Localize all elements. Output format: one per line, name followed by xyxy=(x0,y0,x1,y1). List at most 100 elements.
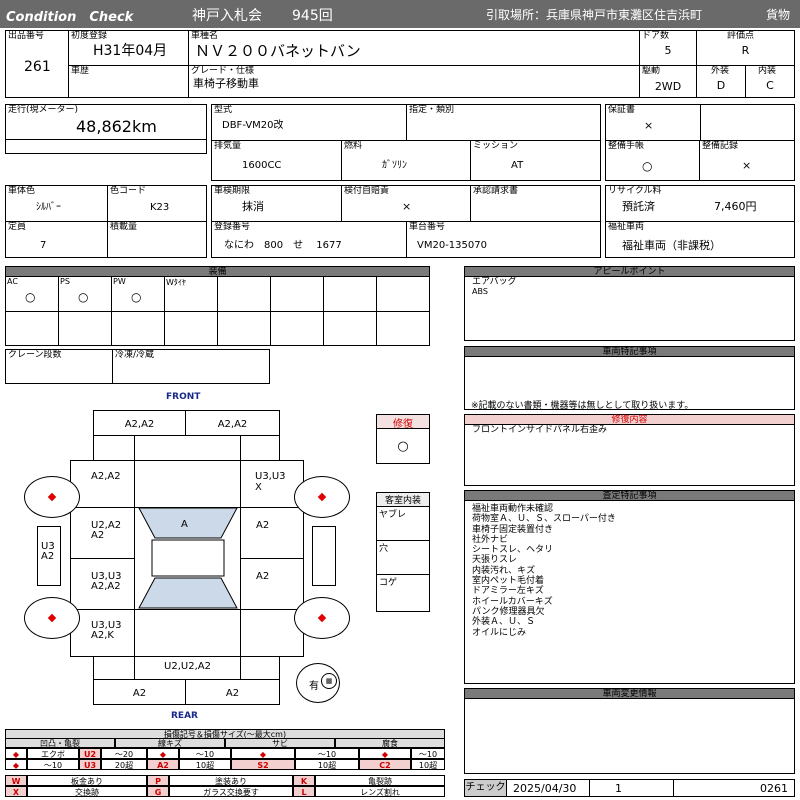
records-label: 整備記録 xyxy=(702,141,739,151)
equipment-column-divider xyxy=(270,276,271,346)
exterior-label: 外装 xyxy=(711,66,730,76)
fuel-label: 燃料 xyxy=(344,141,363,151)
manual-box: 整備手帳 ○ xyxy=(605,140,700,181)
rear-left-wheel[interactable] xyxy=(24,597,80,639)
drive-value: 2WD xyxy=(654,80,682,93)
color-code-label: 色コード xyxy=(110,186,147,196)
right-step-panel[interactable] xyxy=(312,526,336,586)
check-label: チェック xyxy=(465,780,507,796)
name-label: 車種名 xyxy=(191,31,219,41)
legend-cell: 10超 xyxy=(179,759,231,770)
mission-label: ミッション xyxy=(473,141,519,151)
welfare-label: 福祉車両 xyxy=(608,222,645,232)
left-fender-panel[interactable]: A2,A2 xyxy=(70,460,135,508)
legend-cell: ◆ xyxy=(147,748,179,759)
notes-box: 福祉車両動作未確認 荷物室Ａ、Ｕ、Ｓ、スローパー付き 車椅子固定装置付き 社外ナビ シー… xyxy=(464,500,795,684)
note-line: 荷物室Ａ、Ｕ、Ｓ、スローパー付き xyxy=(472,514,616,525)
check-divider-2 xyxy=(673,780,674,796)
exterior-box: 外装 D xyxy=(696,65,746,98)
insurance-label: 検付自賠責 xyxy=(344,186,390,196)
check-lot: 0261 xyxy=(760,782,788,795)
inspection-value: 抹消 xyxy=(242,200,264,213)
rear-left-light[interactable] xyxy=(93,656,135,680)
legend-code-cell: W xyxy=(5,775,27,786)
cowl-panel[interactable] xyxy=(134,460,241,508)
front-right-light[interactable] xyxy=(240,435,280,461)
reg-no-box: 登録番号 なにわ 800 せ 1677 xyxy=(211,221,407,258)
rear-bumper-panel[interactable]: U2,U2,A2 xyxy=(134,656,241,680)
legend-cell: 〜10 xyxy=(295,748,359,759)
rear-glass xyxy=(138,577,238,609)
windshield-code: A xyxy=(181,519,188,530)
right-front-door-panel[interactable]: A2 xyxy=(240,507,304,559)
mileage-divider xyxy=(6,139,206,140)
auction-session: 945回 xyxy=(292,8,333,24)
lot-label: 出品番号 xyxy=(8,31,45,41)
left-step-panel[interactable]: U3 A2 xyxy=(37,526,61,586)
rear-left-panel[interactable]: A2 xyxy=(93,679,186,705)
note-line: ドアミラー左キズ xyxy=(472,586,544,597)
equipment-column-divider xyxy=(164,276,165,346)
doors-label: ドア数 xyxy=(642,31,670,41)
grade-value: 車椅子移動車 xyxy=(193,77,259,90)
front-left-wheel[interactable] xyxy=(24,476,80,518)
repair-title: 修復 xyxy=(377,415,429,430)
equipment-item-value: ○ xyxy=(131,290,142,304)
front-right-wheel[interactable] xyxy=(294,476,350,518)
repair-box: 修復 ○ xyxy=(376,414,430,464)
color-box: 車体色 ｼﾙﾊﾞｰ xyxy=(5,185,108,222)
left-rear-door-panel[interactable]: U3,U3 A2,A2 xyxy=(70,558,135,610)
special-box: ※記載のない書類・機器等は無しとして取り扱います。 xyxy=(464,356,795,411)
appeal-line-1: エアバッグ xyxy=(472,277,517,287)
hood-panel[interactable] xyxy=(134,435,241,461)
right-front-door-code: A2 xyxy=(256,520,270,531)
legend-cell: U3 xyxy=(79,759,101,770)
cargo-floor[interactable] xyxy=(134,609,241,657)
crane-label: クレーン段数 xyxy=(8,350,62,360)
right-rear-door-code: A2 xyxy=(256,571,270,582)
score-box: 評価点 R xyxy=(696,30,795,66)
mileage-value: 48,862km xyxy=(76,117,157,136)
rear-right-wheel[interactable] xyxy=(294,597,350,639)
note-line: 室内ペット毛付着 xyxy=(472,576,545,587)
rear-right-panel[interactable]: A2 xyxy=(185,679,280,705)
equipment-column-divider xyxy=(376,276,377,346)
inspection-box: 車検期限 抹消 xyxy=(211,185,342,222)
warranty-box: 保証書 × xyxy=(605,104,795,141)
warranty-label: 保証書 xyxy=(608,105,636,115)
brand-label: Condition Check xyxy=(6,10,134,25)
fuel-value: ｶﾞｿﾘﾝ xyxy=(382,160,407,171)
spare-tire: 有 ▦ xyxy=(296,663,340,703)
manual-value: ○ xyxy=(642,159,653,173)
legend-cell: 10超 xyxy=(411,759,445,770)
front-right-top-code: A2,A2 xyxy=(217,419,248,430)
front-right-top-panel[interactable]: A2,A2 xyxy=(185,410,280,436)
insurance-box: 検付自賠責 × xyxy=(341,185,471,222)
legend-cell: S2 xyxy=(231,759,295,770)
first-reg-value: H31年04月 xyxy=(93,43,168,59)
fridge-box: 冷凍/冷蔵 xyxy=(112,349,270,384)
cabin-item-burn: コゲ xyxy=(379,578,398,588)
repair-detail-text: フロントインサイドパネル右歪み xyxy=(472,425,608,435)
note-line: 内装汚れ、キズ xyxy=(472,565,536,576)
wheel-hub-icon xyxy=(317,492,327,502)
front-left-top-panel[interactable]: A2,A2 xyxy=(93,410,186,436)
right-rear-door-panel[interactable]: A2 xyxy=(240,558,304,610)
drive-box: 駆動 2WD xyxy=(639,65,697,98)
special-note: ※記載のない書類・機器等は無しとして取り扱います。 xyxy=(471,401,694,411)
legend-cell: 10超 xyxy=(295,759,359,770)
approval-label: 承認請求書 xyxy=(473,186,519,196)
note-line: シートスレ、ヘタリ xyxy=(472,545,554,556)
recycle-status: 預託済 xyxy=(622,200,655,213)
color-code-box: 色コード K23 xyxy=(107,185,207,222)
name-box: 車種名 ＮＶ２００バネットバン xyxy=(188,30,640,66)
left-front-door-panel[interactable]: U2,A2 A2 xyxy=(70,507,135,559)
legend-cell: ◆ xyxy=(5,748,27,759)
rear-right-light[interactable] xyxy=(240,656,280,680)
legend-code-cell: G xyxy=(147,786,169,797)
front-left-light[interactable] xyxy=(93,435,135,461)
wheel-hub-icon xyxy=(317,613,327,623)
fuel-box: 燃料 ｶﾞｿﾘﾝ xyxy=(341,140,471,181)
welfare-box: 福祉車両 福祉車両（非課税） xyxy=(605,221,795,258)
inspection-label: 車検期限 xyxy=(214,186,251,196)
